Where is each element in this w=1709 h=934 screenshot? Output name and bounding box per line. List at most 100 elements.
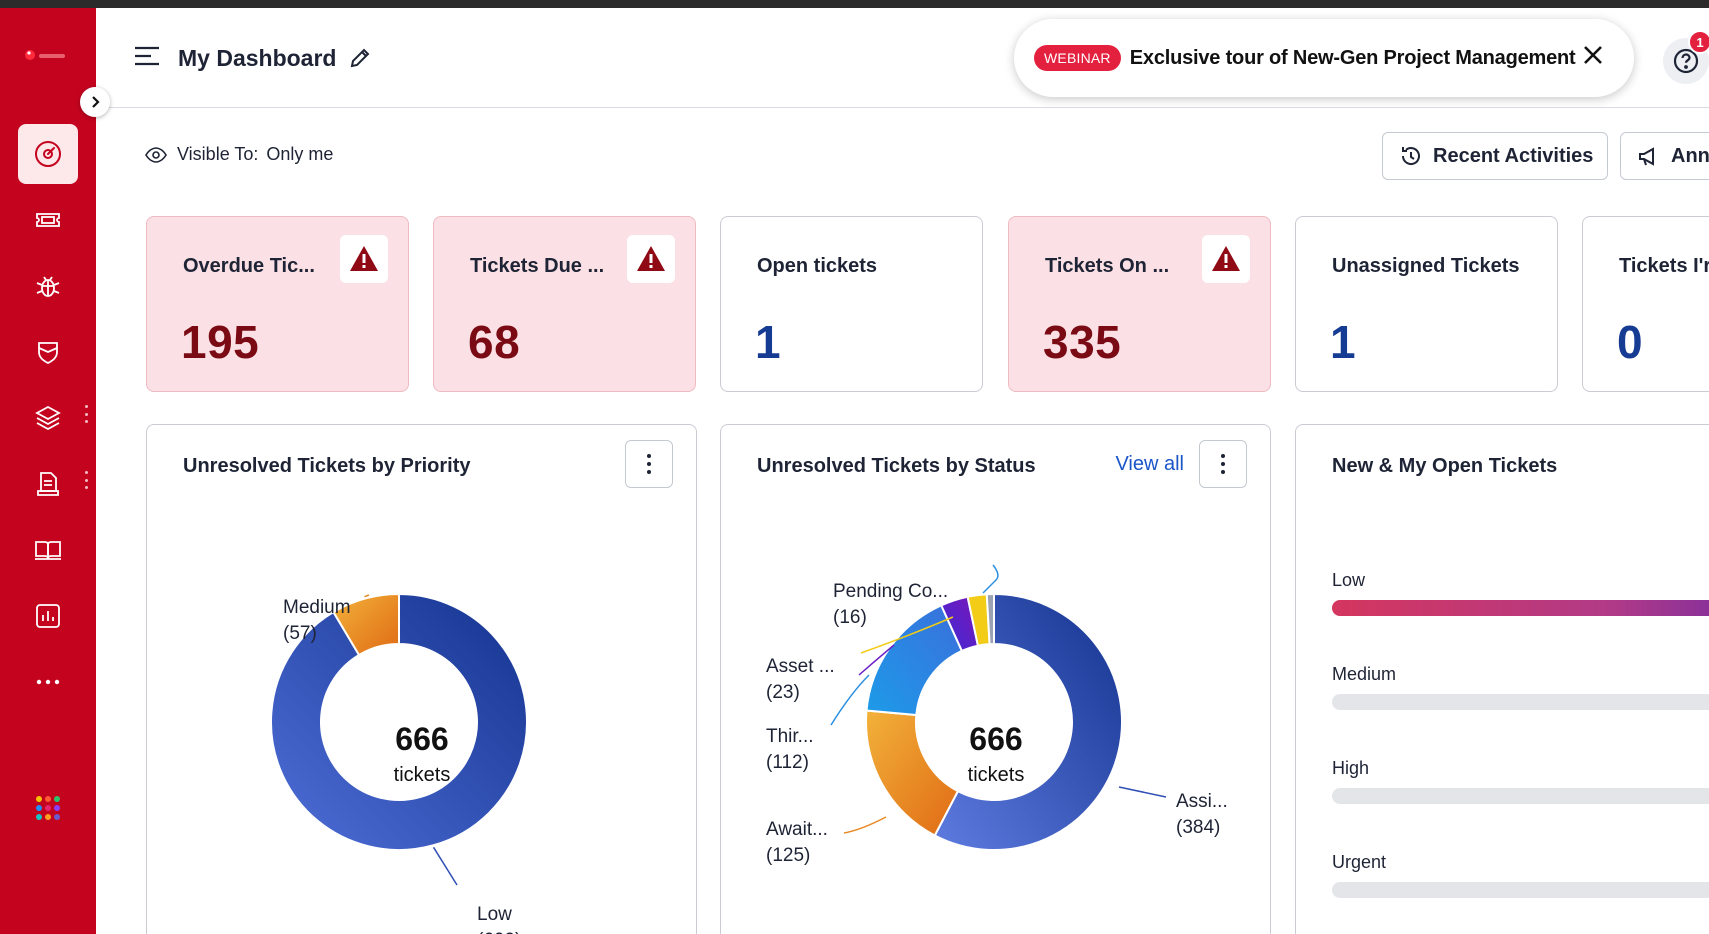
donut-label: Low [477, 904, 512, 925]
kpi-value: 195 [181, 316, 260, 368]
app-grid-icon [36, 796, 60, 820]
close-icon [1584, 46, 1602, 64]
bar-track[interactable] [1332, 882, 1709, 898]
kpi-value: 1 [1330, 316, 1357, 368]
history-icon [1401, 147, 1420, 165]
bar-label: Low [1332, 570, 1366, 590]
sidebar-item-problems[interactable] [18, 256, 78, 316]
donut-label: Thir... [766, 726, 814, 747]
layers-icon [35, 405, 61, 431]
donut-leader-line [843, 816, 887, 834]
header: My Dashboard WEBINAR Exclusive tour of N… [96, 8, 1709, 108]
kpi-title: Open tickets [757, 255, 878, 277]
announcements-label: Ann [1671, 144, 1709, 167]
warning-icon [350, 246, 378, 271]
donut-leader-line [432, 846, 458, 886]
ellipsis-icon [36, 679, 60, 685]
bar-chart-icon [36, 604, 60, 628]
sidebar-expand-button[interactable] [80, 87, 110, 117]
kpi-card-open[interactable]: Open tickets 1 [720, 216, 983, 392]
sidebar-item-tickets[interactable] [18, 190, 78, 250]
bug-icon [36, 276, 60, 297]
bar-track[interactable] [1332, 694, 1709, 710]
kpi-value: 1 [755, 316, 782, 368]
donut-slice-status[interactable] [865, 604, 964, 717]
widget-new-open: New & My Open Tickets Low Medium High Urgen… [1295, 424, 1709, 934]
widget-status: Unresolved Tickets by Status View all 66… [720, 424, 1271, 934]
sidebar-item-releases[interactable] [18, 454, 78, 514]
kpi-value: 68 [468, 316, 521, 368]
bar-track[interactable] [1332, 788, 1709, 804]
widget-priority: Unresolved Tickets by Priority 666 ticke… [146, 424, 697, 934]
sidebar-item-reports[interactable] [18, 586, 78, 646]
donut-label-value: (384) [1176, 817, 1220, 838]
priority-donut-chart: 666 tickets Low (609) Medium (57) [270, 592, 528, 934]
visibility-value[interactable]: Only me [266, 144, 333, 165]
kpi-title: Tickets Due ... [470, 255, 605, 277]
warning-icon [1212, 246, 1240, 271]
eye-icon [145, 146, 167, 163]
recent-activities-button[interactable]: Recent Activities [1382, 132, 1608, 180]
megaphone-icon [1639, 147, 1654, 166]
sidebar-more-dots[interactable] [84, 471, 88, 489]
edit-title-button[interactable] [348, 46, 372, 75]
menu-toggle[interactable] [134, 46, 160, 71]
donut-label: Asset ... [766, 656, 835, 677]
sidebar-item-more[interactable] [18, 652, 78, 712]
webinar-close-button[interactable] [1582, 44, 1604, 71]
donut-label: Pending Co... [833, 581, 948, 602]
donut-label-value: (112) [766, 752, 809, 773]
sidebar-item-knowledge[interactable] [18, 520, 78, 580]
announcements-button[interactable]: Ann [1620, 132, 1709, 180]
donut-label-value: (23) [766, 682, 800, 703]
webinar-badge: WEBINAR [1034, 45, 1121, 71]
donut-label: Medium [283, 597, 351, 618]
kpi-title: Tickets I'r [1619, 255, 1709, 277]
kpi-card-overdue[interactable]: Overdue Tic... 195 [146, 216, 409, 392]
sidebar-item-changes[interactable] [18, 322, 78, 382]
kpi-card-requested[interactable]: Tickets I'r 0 [1582, 216, 1709, 392]
status-donut-chart: 666 tickets Assi... (384) Await... (125) Thi… [766, 564, 1228, 866]
webinar-text[interactable]: Exclusive tour of New-Gen Project Manage… [1130, 47, 1576, 70]
kpi-value: 335 [1043, 316, 1122, 368]
kpi-alert [1202, 235, 1250, 283]
notification-badge: 1 [1688, 30, 1709, 54]
document-stack-icon [37, 472, 59, 496]
webinar-banner[interactable]: WEBINAR Exclusive tour of New-Gen Projec… [1014, 19, 1634, 97]
recent-activities-label: Recent Activities [1433, 144, 1594, 167]
donut-center-label: tickets [394, 764, 451, 786]
sidebar-more-dots[interactable] [84, 405, 88, 423]
kpi-alert [340, 235, 388, 283]
pencil-icon [350, 48, 370, 68]
sidebar-item-assets[interactable] [18, 388, 78, 448]
bar-fill [1332, 600, 1709, 616]
warning-icon [637, 246, 665, 271]
kpi-card-unassigned[interactable]: Unassigned Tickets 1 [1295, 216, 1558, 392]
donut-leader-line [982, 564, 999, 594]
donut-label-value: (16) [833, 607, 867, 628]
page-title: My Dashboard [178, 45, 337, 71]
donut-slice-status[interactable] [865, 709, 960, 837]
kpi-title: Tickets On ... [1045, 255, 1170, 277]
kpi-card-due[interactable]: Tickets Due ... 68 [433, 216, 696, 392]
donut-label: Assi... [1176, 791, 1228, 812]
widget-title: New & My Open Tickets [1332, 455, 1558, 477]
sidebar-item-dashboard[interactable] [18, 124, 78, 184]
bar-track[interactable] [1332, 600, 1709, 616]
kpi-value: 0 [1617, 316, 1644, 368]
sidebar-app-switcher[interactable] [18, 778, 78, 838]
bar-label: High [1332, 758, 1370, 778]
kpi-title: Overdue Tic... [183, 255, 315, 277]
donut-label-value: (57) [283, 623, 317, 644]
kpi-alert [627, 235, 675, 283]
donut-label: Await... [766, 819, 828, 840]
chevron-right-icon [92, 96, 100, 108]
shield-icon [38, 342, 58, 365]
donut-center-value: 666 [969, 721, 1022, 757]
donut-leader-line [830, 674, 870, 726]
donut-center-label: tickets [968, 764, 1025, 786]
kpi-title: Unassigned Tickets [1332, 255, 1520, 277]
bar-label: Urgent [1332, 852, 1387, 872]
kpi-card-on-hold[interactable]: Tickets On ... 335 [1008, 216, 1271, 392]
visibility-selector[interactable]: Visible To: Only me [145, 144, 333, 165]
